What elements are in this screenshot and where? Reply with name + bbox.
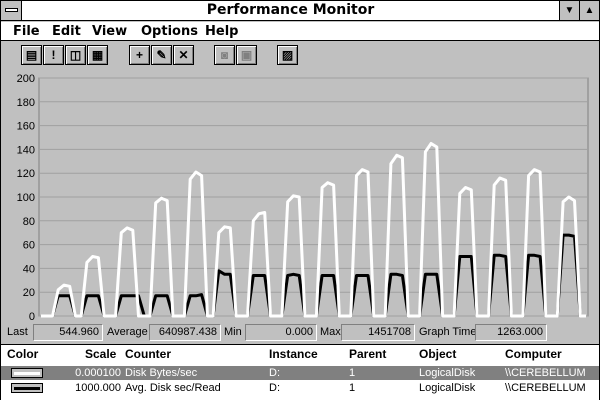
bookmark-button[interactable]: ▣ (236, 45, 257, 65)
y-tick-label: 100 (17, 192, 35, 204)
edit-counter-button[interactable]: ✎ (151, 45, 172, 65)
legend-header-parent: Parent (349, 347, 387, 361)
line-chart: 0 20 40 60 80 100 120 140 160 180 200 (17, 73, 589, 322)
maximize-icon: ▲ (584, 5, 595, 16)
log-view-button[interactable]: ◫ (65, 45, 86, 65)
min-value: 0.000 (245, 324, 317, 341)
graph-time-value: 1263.000 (475, 324, 547, 341)
legend-header-computer: Computer (505, 347, 562, 361)
legend-header-object: Object (419, 347, 457, 361)
legend-table: Color Scale Counter Instance Parent Obje… (1, 344, 599, 400)
legend-parent: 1 (349, 382, 356, 394)
menu-file[interactable]: File (13, 24, 40, 39)
legend-counter: Disk Bytes/sec (125, 367, 198, 379)
report-view-button[interactable]: ▦ (87, 45, 108, 65)
stats-bar: Last 544.960 Average 640987.438 Min 0.00… (1, 323, 599, 343)
min-label: Min (224, 326, 242, 338)
y-tick-label: 20 (23, 287, 35, 299)
legend-swatch (11, 368, 43, 378)
max-value: 1451708 (341, 324, 415, 341)
last-label: Last (7, 326, 28, 338)
add-counter-icon: + (135, 48, 143, 62)
menu-bar: File Edit View Options Help (1, 22, 599, 41)
window-title: Performance Monitor (206, 2, 375, 18)
legend-header-counter: Counter (125, 347, 171, 361)
legend-instance: D: (269, 382, 280, 394)
menu-view[interactable]: View (92, 24, 127, 39)
maximize-button[interactable]: ▲ (579, 1, 599, 20)
y-tick-label: 80 (23, 216, 35, 228)
minimize-icon: ▼ (564, 5, 575, 16)
alert-view-icon: ! (51, 48, 56, 62)
update-now-button[interactable]: ◙ (214, 45, 235, 65)
max-label: Max (320, 326, 341, 338)
legend-row[interactable]: 0.000100 Disk Bytes/sec D: 1 LogicalDisk… (1, 366, 599, 380)
update-now-icon: ◙ (220, 48, 229, 62)
legend-computer: \\CEREBELLUM (505, 367, 586, 379)
legend-computer: \\CEREBELLUM (505, 382, 586, 394)
y-tick-label: 120 (17, 168, 35, 180)
last-value: 544.960 (33, 324, 103, 341)
legend-row[interactable]: 1000.000 Avg. Disk sec/Read D: 1 Logical… (1, 381, 599, 395)
legend-counter: Avg. Disk sec/Read (125, 382, 221, 394)
options-icon: ▨ (281, 48, 294, 62)
title-bar[interactable]: Performance Monitor ▼ ▲ (1, 1, 599, 21)
y-tick-label: 200 (17, 73, 35, 85)
legend-header-scale: Scale (85, 347, 117, 361)
legend-parent: 1 (349, 367, 356, 379)
menu-edit[interactable]: Edit (52, 24, 81, 39)
chart-view-button[interactable]: ▤ (21, 45, 42, 65)
average-label: Average (107, 326, 148, 338)
toolbar: ▤! ◫ ▦ + ✎ ✕ ◙ ▣ ▨ (1, 42, 599, 68)
add-counter-button[interactable]: + (129, 45, 150, 65)
legend-scale: 0.000100 (75, 367, 121, 379)
graph-time-label: Graph Time (419, 326, 477, 338)
system-menu-icon[interactable] (1, 1, 22, 20)
options-button[interactable]: ▨ (277, 45, 298, 65)
alert-view-button[interactable]: ! (43, 45, 64, 65)
legend-header-color: Color (7, 347, 39, 361)
report-view-icon: ▦ (91, 48, 104, 62)
legend-swatch (11, 383, 43, 393)
minimize-button[interactable]: ▼ (559, 1, 579, 20)
legend-header-instance: Instance (269, 347, 318, 361)
log-view-icon: ◫ (69, 48, 82, 62)
delete-counter-icon: ✕ (178, 48, 189, 62)
chart-view-icon: ▤ (25, 48, 38, 62)
menu-options[interactable]: Options (141, 24, 198, 39)
y-tick-label: 40 (23, 263, 35, 275)
legend-object: LogicalDisk (419, 367, 476, 379)
menu-help[interactable]: Help (205, 24, 238, 39)
legend-scale: 1000.000 (75, 382, 121, 394)
y-tick-label: 0 (29, 311, 35, 322)
performance-monitor-window: Performance Monitor ▼ ▲ File Edit View O… (0, 0, 600, 400)
bookmark-icon: ▣ (240, 48, 253, 62)
legend-instance: D: (269, 367, 280, 379)
y-tick-label: 60 (23, 240, 35, 252)
legend-object: LogicalDisk (419, 382, 476, 394)
edit-counter-icon: ✎ (156, 48, 167, 62)
y-tick-label: 140 (17, 144, 35, 156)
average-value: 640987.438 (149, 324, 221, 341)
delete-counter-button[interactable]: ✕ (173, 45, 194, 65)
y-tick-label: 180 (17, 97, 35, 109)
chart-area: 0 20 40 60 80 100 120 140 160 180 200 (5, 70, 595, 322)
y-tick-label: 160 (17, 121, 35, 133)
